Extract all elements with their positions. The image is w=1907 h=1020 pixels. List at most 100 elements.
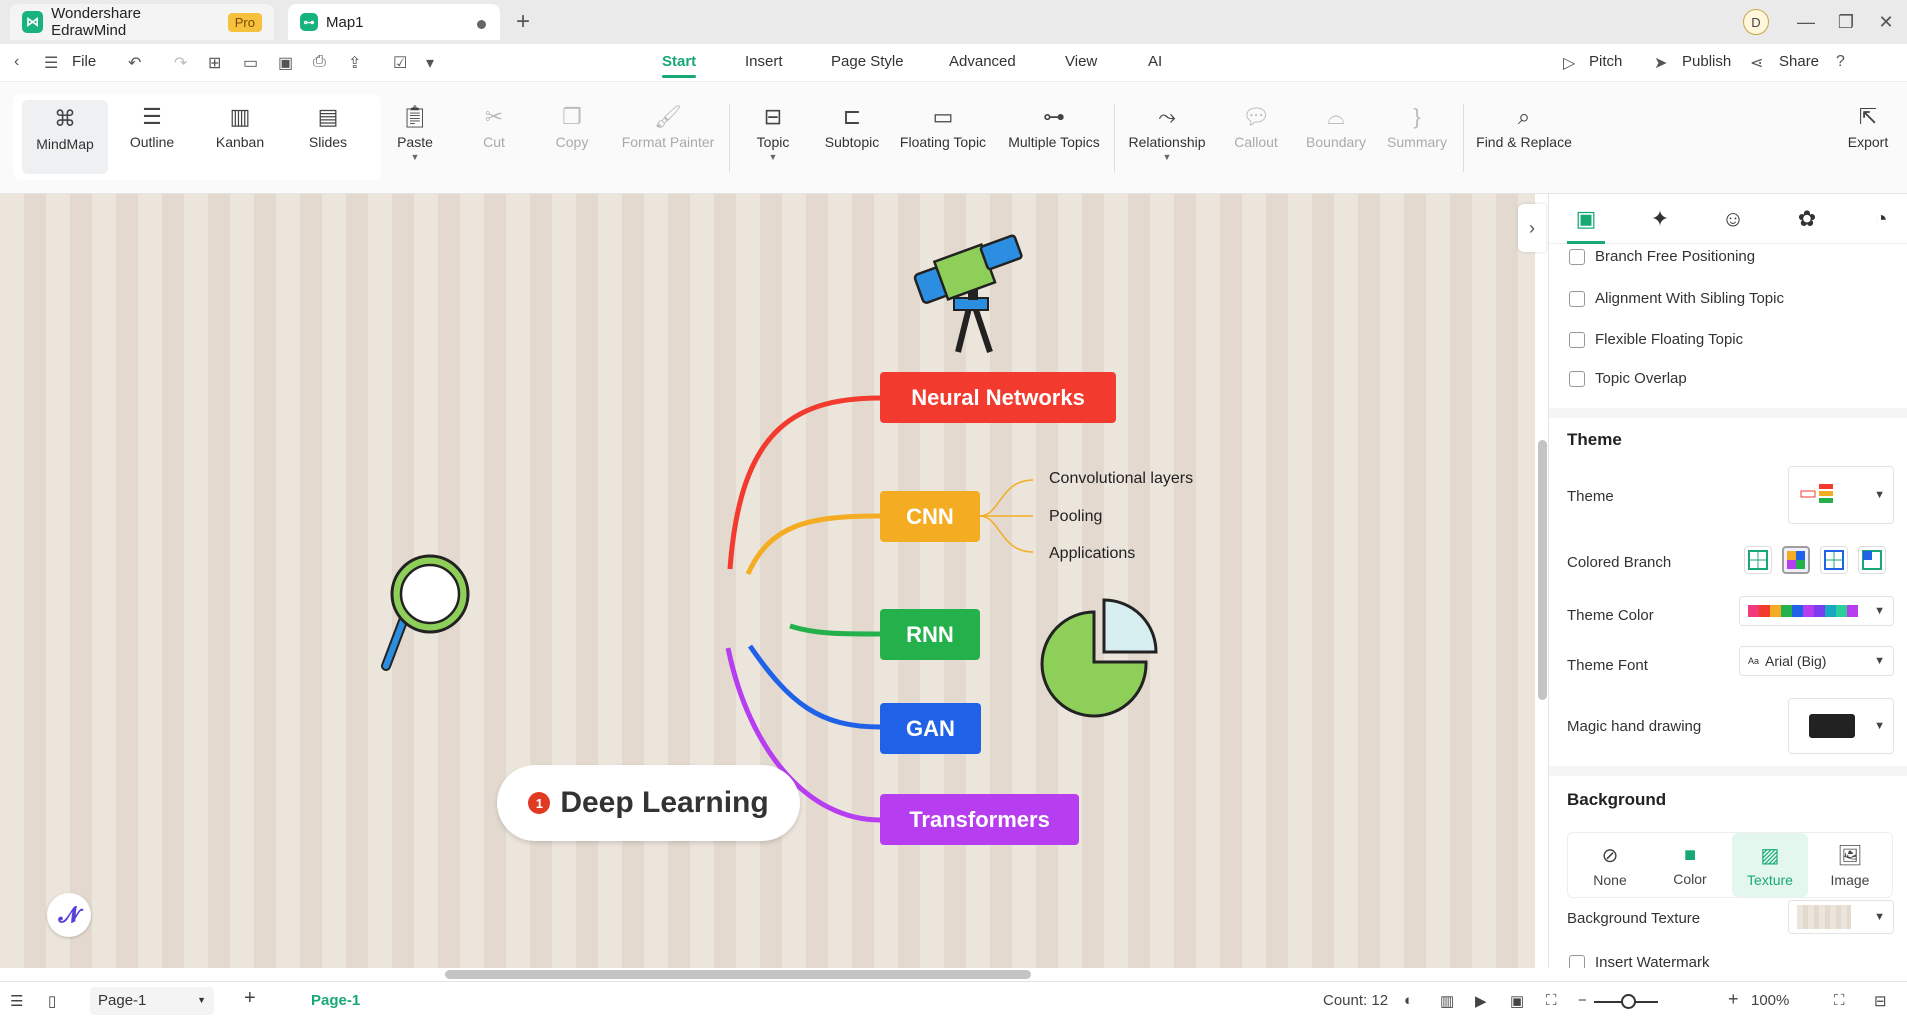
print-icon[interactable]: ⎙ [313, 53, 326, 71]
hamburger-menu-icon[interactable]: ☰ [44, 53, 58, 73]
clipart-icon[interactable]: ✿ [1790, 202, 1824, 236]
background-color-button[interactable]: ■ Color [1652, 833, 1728, 897]
book-view-icon[interactable]: ▥ [1440, 992, 1454, 1010]
topic-gan[interactable]: GAN [880, 703, 981, 754]
central-topic[interactable]: 1 Deep Learning [497, 765, 800, 841]
kanban-view-button[interactable]: ▥ Kanban [208, 82, 272, 194]
outline-view-button[interactable]: ☰ Outline [118, 82, 186, 194]
share-icon[interactable]: ⋖ [1750, 53, 1763, 73]
play-icon[interactable]: ▶ [1475, 992, 1487, 1010]
topic-button[interactable]: ⊟ Topic ▼ [752, 82, 794, 194]
relationship-dropdown-icon[interactable]: ▼ [1163, 152, 1172, 162]
help-icon[interactable]: ? [1836, 53, 1845, 71]
app-tab[interactable]: ⋈ Wondershare EdrawMind Pro [10, 4, 274, 40]
callout-button[interactable]: 💬︎ Callout [1232, 82, 1280, 194]
boundary-button[interactable]: ⌓ Boundary [1305, 82, 1367, 194]
avatar[interactable]: D [1743, 9, 1769, 35]
background-texture-dropdown[interactable]: ▼ [1788, 900, 1894, 934]
new-tab-icon[interactable]: + [516, 8, 530, 36]
vertical-scrollbar[interactable] [1538, 440, 1547, 700]
history-icon[interactable]: ◔ [1864, 202, 1898, 236]
format-painter-button[interactable]: 🖌︎ Format Painter [618, 82, 718, 194]
topic-neural-networks[interactable]: Neural Networks [880, 372, 1116, 423]
new-file-icon[interactable]: ⊞ [208, 53, 221, 73]
zoom-in-icon[interactable]: + [1728, 989, 1739, 1010]
ai-sparkle-icon[interactable]: ✦ [1643, 202, 1677, 236]
theme-font-dropdown[interactable]: Aa Arial (Big) ▼ [1739, 646, 1894, 676]
theme-toggle-icon[interactable]: ◐ [1404, 992, 1413, 1009]
topic-transformers[interactable]: Transformers [880, 794, 1079, 845]
close-icon[interactable]: ✕ [1866, 0, 1906, 44]
checkbox[interactable] [1569, 248, 1585, 265]
priority-badge[interactable]: 1 [528, 792, 551, 814]
publish-icon[interactable]: ➤ [1654, 53, 1667, 73]
pitch-icon[interactable]: ▷ [1563, 53, 1575, 73]
find-replace-button[interactable]: ⌕ Find & Replace [1476, 82, 1572, 194]
option-branch-free-positioning[interactable]: Branch Free Positioning [1569, 248, 1755, 265]
ai-assistant-icon[interactable]: 𝓝 [47, 893, 91, 937]
option-alignment-with-sibling[interactable]: Alignment With Sibling Topic [1569, 290, 1784, 307]
cut-button[interactable]: ✂ Cut [474, 82, 514, 194]
export-button[interactable]: ⇱ Export [1842, 82, 1894, 194]
colored-branch-option-2[interactable] [1782, 546, 1810, 574]
magic-hand-drawing-dropdown[interactable]: ▼ [1788, 698, 1894, 754]
fit-window-icon[interactable]: ⛶ [1546, 992, 1557, 1009]
fullscreen-icon[interactable]: ⛶ [1834, 992, 1845, 1009]
paste-dropdown-icon[interactable]: ▼ [411, 152, 420, 162]
save-icon[interactable]: ▣ [278, 53, 293, 73]
topic-cnn[interactable]: CNN [880, 491, 980, 542]
paste-button[interactable]: 📋︎ Paste ▼ [393, 82, 437, 194]
document-tab[interactable]: ⊶ Map1 [288, 4, 500, 40]
page-view-icon[interactable]: ▯ [48, 992, 56, 1010]
subtopic-applications[interactable]: Applications [1049, 545, 1135, 563]
page-format-icon[interactable]: ▣ [1567, 202, 1605, 244]
theme-color-dropdown[interactable]: ▼ [1739, 596, 1894, 626]
minimize-icon[interactable]: — [1786, 0, 1826, 44]
zoom-slider-handle[interactable] [1621, 994, 1636, 1009]
background-texture-button[interactable]: ▨ Texture [1732, 833, 1808, 897]
topic-dropdown-icon[interactable]: ▼ [769, 152, 778, 162]
checkbox[interactable] [1569, 331, 1585, 348]
tab-ai[interactable]: AI [1148, 53, 1162, 70]
checkbox[interactable] [1569, 954, 1585, 968]
option-topic-overlap[interactable]: Topic Overlap [1569, 370, 1687, 387]
sidebar-toggle-icon[interactable]: ☰ [10, 992, 23, 1010]
file-menu[interactable]: File [72, 53, 96, 70]
zoom-out-icon[interactable]: − [1578, 992, 1587, 1009]
export-share-icon[interactable]: ⇪ [348, 53, 361, 73]
tab-advanced[interactable]: Advanced [949, 53, 1016, 70]
task-icon[interactable]: ☑ [393, 53, 407, 73]
colored-branch-option-1[interactable] [1744, 546, 1772, 574]
publish-button[interactable]: Publish [1682, 53, 1731, 70]
background-none-button[interactable]: ⊘ None [1572, 833, 1648, 897]
summary-button[interactable]: } Summary [1386, 82, 1448, 194]
tab-page-style[interactable]: Page Style [831, 53, 904, 70]
pitch-button[interactable]: Pitch [1589, 53, 1622, 70]
theme-dropdown[interactable]: ▼ [1788, 466, 1894, 524]
unsaved-dot-icon[interactable] [477, 20, 486, 29]
open-folder-icon[interactable]: ▭ [243, 53, 258, 73]
collapse-panel-icon[interactable]: ⊟ [1874, 992, 1887, 1010]
subtopic-convolutional-layers[interactable]: Convolutional layers [1049, 470, 1193, 488]
colored-branch-option-3[interactable] [1820, 546, 1848, 574]
multiple-topics-button[interactable]: ⊶ Multiple Topics [1006, 82, 1102, 194]
tab-insert[interactable]: Insert [745, 53, 783, 70]
page-tab[interactable]: Page-1 [311, 992, 360, 1009]
slides-view-button[interactable]: ▤ Slides [296, 82, 360, 194]
zoom-level[interactable]: 100% [1751, 992, 1789, 1009]
redo-icon[interactable]: ↷ [174, 53, 187, 73]
panel-collapse-icon[interactable]: › [1518, 204, 1546, 252]
icon-library-icon[interactable]: ☺ [1716, 202, 1750, 236]
tab-start[interactable]: Start [662, 53, 697, 78]
mindmap-canvas[interactable]: 1 Deep Learning Neural Networks CNN RNN … [0, 194, 1535, 968]
floating-topic-button[interactable]: ▭ Floating Topic [898, 82, 988, 194]
checkbox[interactable] [1569, 370, 1585, 387]
customize-toolbar-icon[interactable]: ▾ [426, 53, 434, 73]
back-icon[interactable]: ‹ [14, 53, 19, 71]
option-insert-watermark[interactable]: Insert Watermark [1569, 954, 1709, 968]
page-select[interactable]: Page-1 ▼ [90, 987, 214, 1015]
undo-icon[interactable]: ↶ [128, 53, 141, 73]
option-flexible-floating-topic[interactable]: Flexible Floating Topic [1569, 331, 1743, 348]
add-page-icon[interactable]: + [244, 987, 256, 1010]
horizontal-scrollbar[interactable] [445, 970, 1031, 979]
